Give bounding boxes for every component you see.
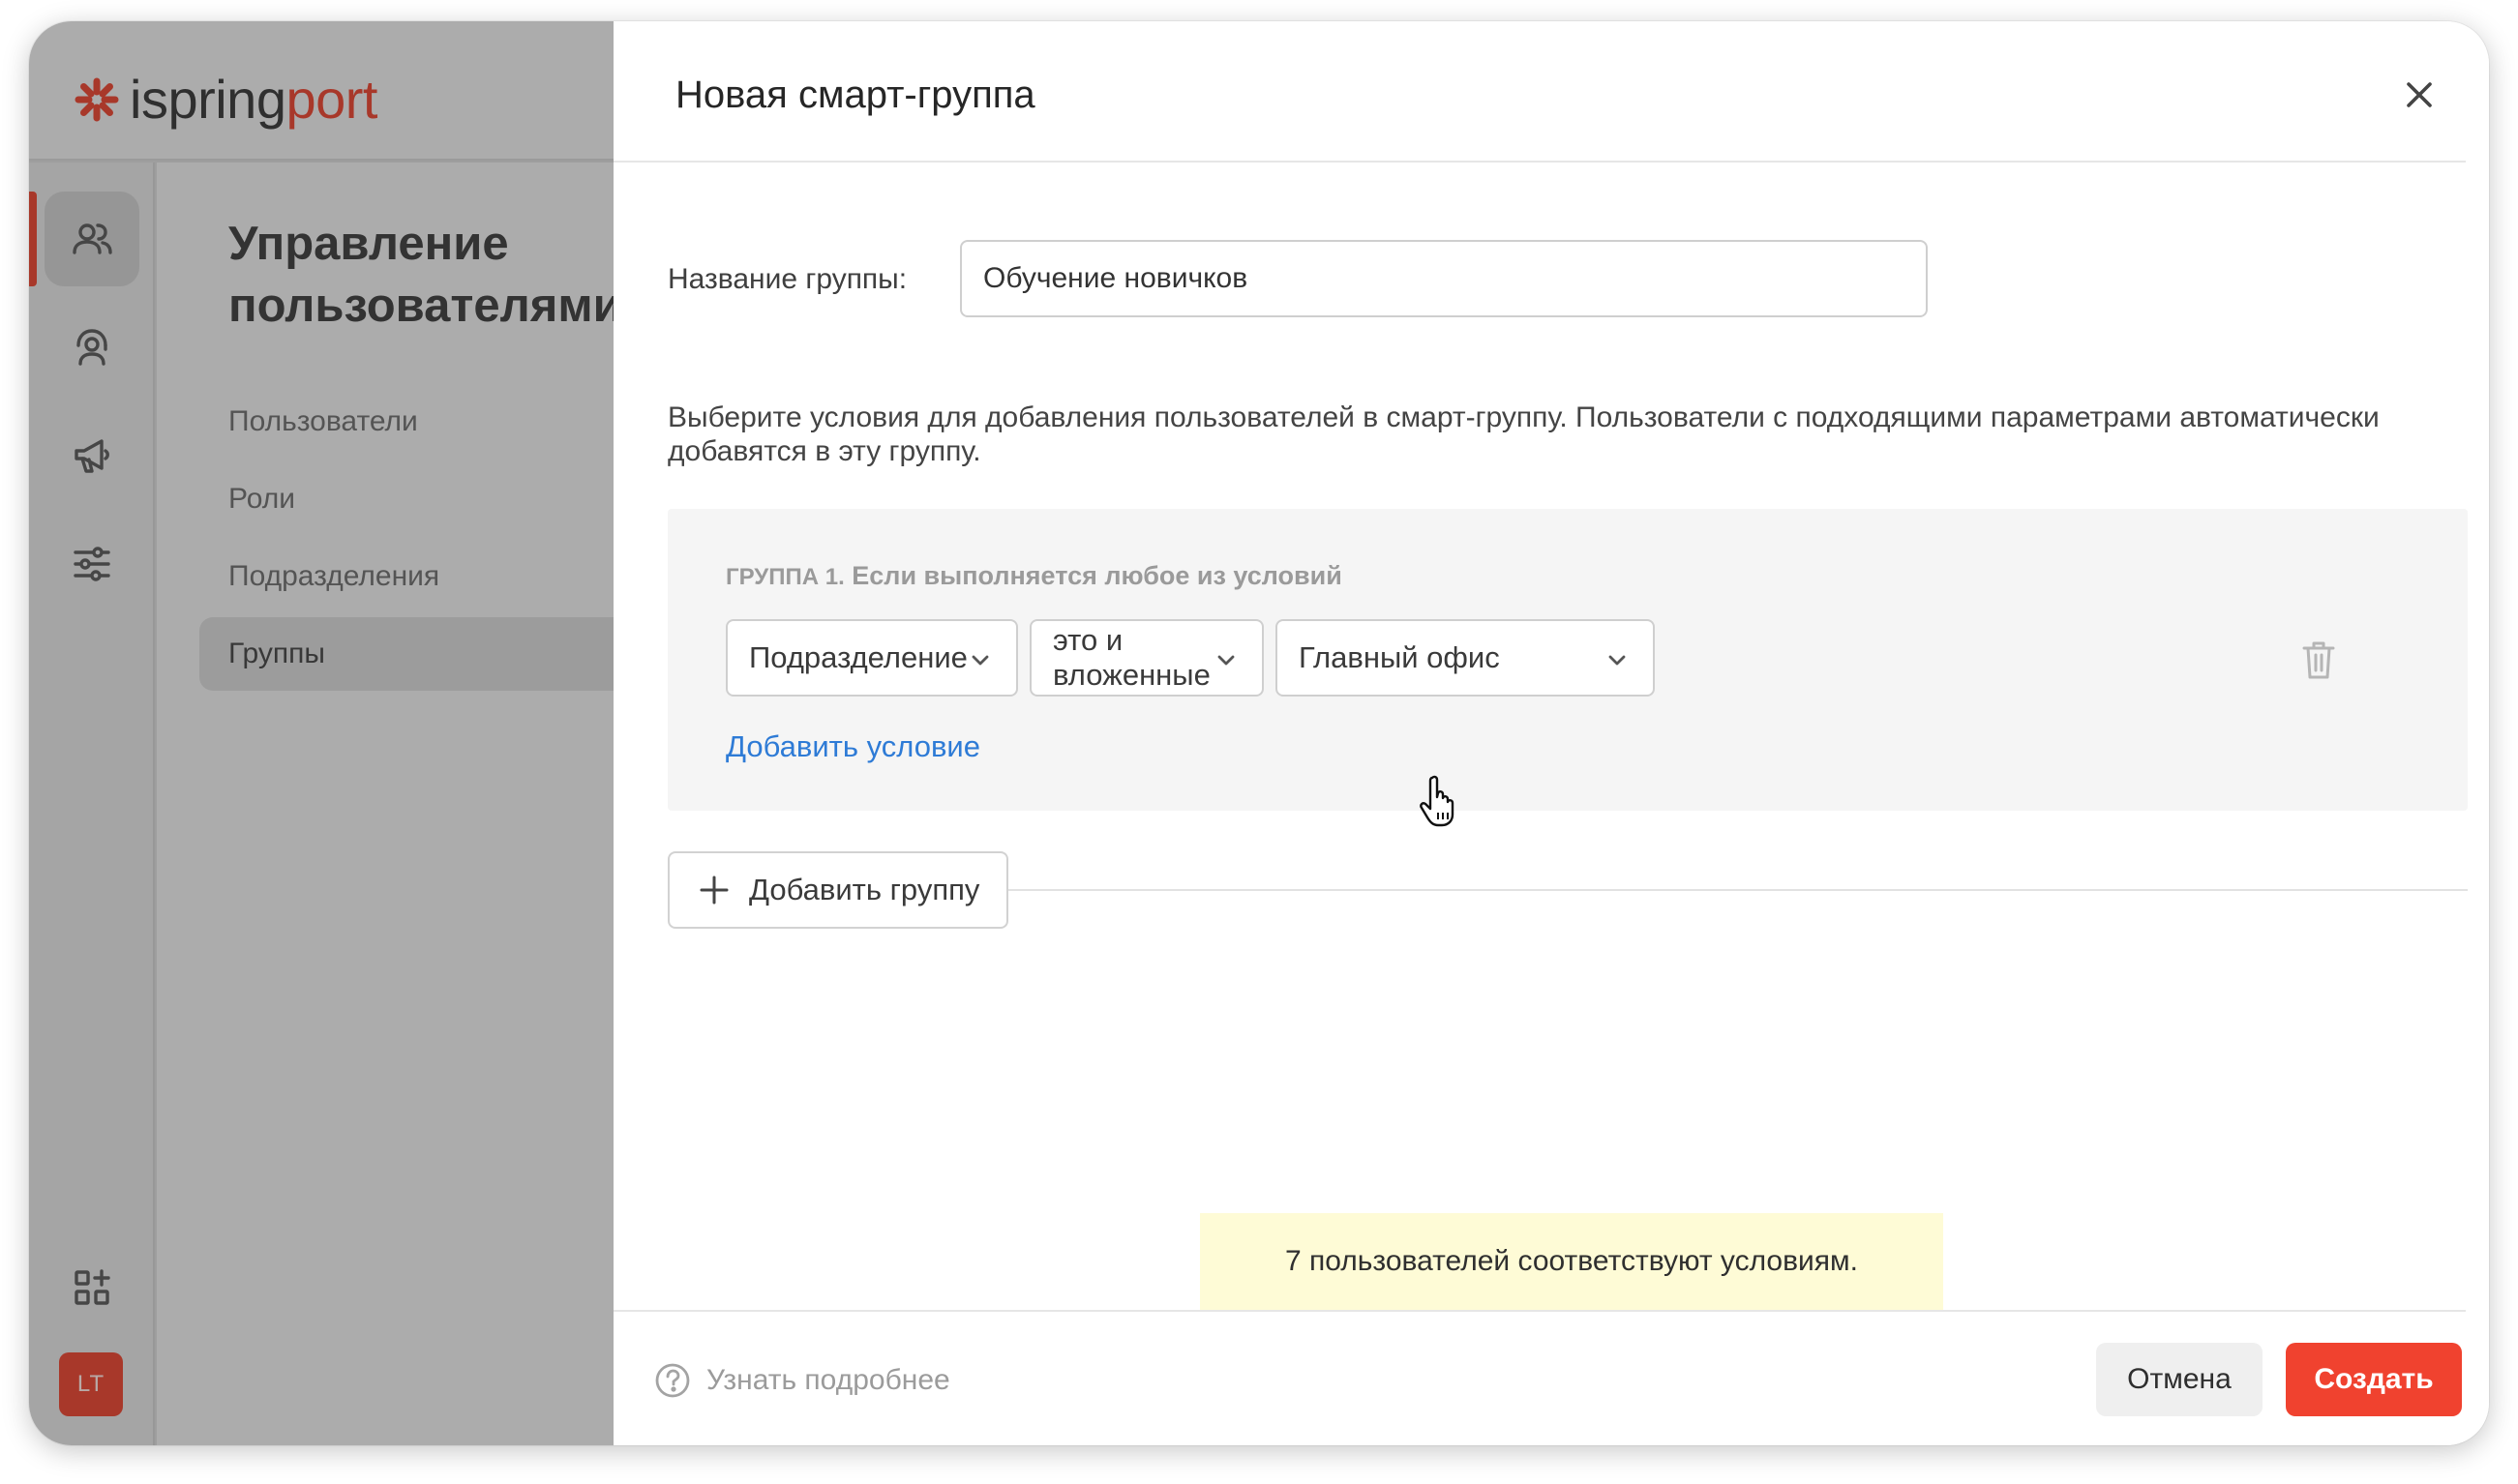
conditions-description: Выберите условия для добавления пользова… xyxy=(668,401,2380,467)
cancel-button[interactable]: Отмена xyxy=(2096,1343,2263,1416)
divider xyxy=(1008,889,2468,891)
close-icon xyxy=(2407,82,2432,107)
condition-value: Главный офис xyxy=(1299,640,1500,674)
modal-overlay[interactable] xyxy=(29,21,614,1445)
chevron-down-icon xyxy=(972,655,989,666)
group-number: Группа 1. xyxy=(726,564,845,590)
delete-condition-icon[interactable] xyxy=(2299,638,2338,681)
condition-field-select[interactable]: Подразделение xyxy=(726,619,1018,697)
app-background: ispring port LT Управление пользователям… xyxy=(29,21,633,1445)
add-group-label: Добавить группу xyxy=(749,873,980,906)
condition-operator-value: это и вложенные xyxy=(1053,623,1211,692)
condition-group: Группа 1. Если выполняется любое из усло… xyxy=(668,509,2468,811)
group-name-label: Название группы: xyxy=(668,263,908,295)
smart-group-dialog: Новая смарт-группа Название группы: Выбе… xyxy=(614,21,2489,1445)
create-button[interactable]: Создать xyxy=(2286,1343,2462,1416)
chevron-down-icon xyxy=(1217,655,1235,666)
dialog-header: Новая смарт-группа xyxy=(614,21,2466,163)
add-condition-link[interactable]: Добавить условие xyxy=(726,729,980,764)
app-window: ispring port LT Управление пользователям… xyxy=(29,21,2489,1445)
close-button[interactable] xyxy=(2398,74,2441,116)
plus-icon xyxy=(700,876,729,905)
condition-operator-select[interactable]: это и вложенные xyxy=(1030,619,1264,697)
match-count-notice: 7 пользователей соответствуют условиям. xyxy=(1200,1213,1943,1310)
learn-more-link[interactable]: Узнать подробнее xyxy=(654,1362,950,1399)
dialog-footer: Узнать подробнее Отмена Создать xyxy=(614,1310,2466,1445)
group-rule: Если выполняется любое из условий xyxy=(852,561,1342,590)
dialog-title: Новая смарт-группа xyxy=(675,74,1035,116)
learn-more-label: Узнать подробнее xyxy=(706,1364,950,1396)
chevron-down-icon xyxy=(1608,655,1626,666)
group-name-input[interactable] xyxy=(960,240,1928,317)
condition-value-select[interactable]: Главный офис xyxy=(1275,619,1655,697)
add-group-button[interactable]: Добавить группу xyxy=(668,851,1008,929)
help-icon xyxy=(655,1363,690,1398)
hand-cursor-icon xyxy=(1420,775,1454,827)
condition-field-value: Подразделение xyxy=(749,640,968,674)
condition-group-heading: Группа 1. Если выполняется любое из усло… xyxy=(726,561,1342,591)
